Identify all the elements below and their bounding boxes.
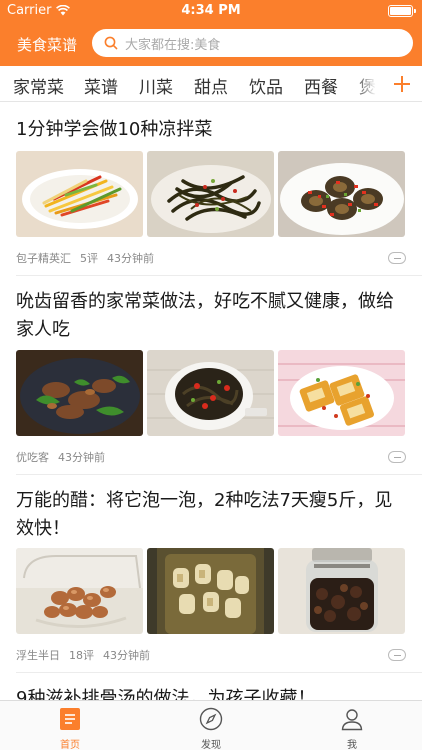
card-divider xyxy=(16,474,422,475)
status-bar: Carrier 4:34 PM xyxy=(0,0,422,22)
article-title[interactable]: 1分钟学会做10种凉拌菜 xyxy=(16,116,408,144)
thumbnail-image[interactable] xyxy=(147,151,274,237)
article-title[interactable]: 万能的醋：将它泡一泡，2种吃法7天瘦5斤，见效快！ xyxy=(16,487,408,543)
tab-me[interactable]: 我 xyxy=(282,701,422,750)
battery-icon xyxy=(388,5,416,17)
author-name[interactable]: 浮生半日 xyxy=(16,647,60,663)
minus-icon xyxy=(393,654,401,656)
home-icon xyxy=(60,708,80,730)
thumbnail-image[interactable] xyxy=(147,548,274,634)
publish-time: 43分钟前 xyxy=(58,451,105,464)
article-thumbnails xyxy=(16,350,405,436)
article-thumbnails xyxy=(16,548,405,634)
tab-discover[interactable]: 发现 xyxy=(141,701,281,750)
battery-fill xyxy=(390,7,411,15)
card-divider xyxy=(16,672,422,673)
article-feed: 1分钟学会做10种凉拌菜 包子精英汇 5评 43分钟前 吮齿留香的家常菜做法，好… xyxy=(0,102,422,700)
thumbnail-image[interactable] xyxy=(16,548,143,634)
author-name[interactable]: 包子精英汇 xyxy=(16,250,71,266)
dislike-button[interactable] xyxy=(388,451,406,463)
plus-icon xyxy=(394,76,410,92)
bottom-tab-bar: 首页 发现 我 xyxy=(0,700,422,750)
thumbnail-image[interactable] xyxy=(278,151,405,237)
category-tab-bar: 家常菜 菜谱 川菜 甜点 饮品 西餐 煲 xyxy=(0,66,422,102)
minus-icon xyxy=(393,257,401,259)
tab-home-label: 首页 xyxy=(60,740,80,750)
dislike-button[interactable] xyxy=(388,649,406,661)
search-input[interactable]: 大家都在搜:美食 xyxy=(92,29,413,57)
thumbnail-image[interactable] xyxy=(16,350,143,436)
tab-discover-label: 发现 xyxy=(201,740,221,750)
compass-icon xyxy=(199,707,223,731)
tab-home[interactable]: 首页 xyxy=(0,701,140,750)
category-tab-row: 家常菜 菜谱 川菜 甜点 饮品 西餐 煲 xyxy=(0,66,380,101)
tab-chuancai[interactable]: 川菜 xyxy=(139,73,173,98)
publish-time: 43分钟前 xyxy=(103,649,150,662)
author-name[interactable]: 优吃客 xyxy=(16,449,49,465)
article-meta: 优吃客 43分钟前 xyxy=(16,449,105,465)
search-placeholder: 大家都在搜:美食 xyxy=(125,37,221,53)
publish-time: 43分钟前 xyxy=(107,252,154,265)
tab-caipu[interactable]: 菜谱 xyxy=(84,73,118,98)
tab-fade xyxy=(354,66,382,101)
comment-count: 5评 xyxy=(80,252,98,265)
thumbnail-image[interactable] xyxy=(278,350,405,436)
card-divider xyxy=(16,275,422,276)
comment-count: 18评 xyxy=(69,649,94,662)
dislike-button[interactable] xyxy=(388,252,406,264)
navigation-header: Carrier 4:34 PM 美食菜谱 大家都在搜:美食 xyxy=(0,0,422,66)
article-meta: 浮生半日 18评 43分钟前 xyxy=(16,647,150,663)
minus-icon xyxy=(393,456,401,458)
thumbnail-image[interactable] xyxy=(16,151,143,237)
tab-yinpin[interactable]: 饮品 xyxy=(249,73,283,98)
article-thumbnails xyxy=(16,151,405,237)
thumbnail-image[interactable] xyxy=(147,350,274,436)
thumbnail-image[interactable] xyxy=(278,548,405,634)
user-icon xyxy=(341,709,363,731)
article-title[interactable]: 9种滋补排骨汤的做法，为孩子收藏！ xyxy=(16,685,408,700)
add-category-button[interactable] xyxy=(382,66,422,101)
tab-me-label: 我 xyxy=(347,740,357,750)
app-title: 美食菜谱 xyxy=(17,36,78,54)
clock: 4:34 PM xyxy=(181,3,241,18)
tab-jiachangcai[interactable]: 家常菜 xyxy=(13,73,64,98)
article-meta: 包子精英汇 5评 43分钟前 xyxy=(16,250,154,266)
search-icon xyxy=(104,36,118,50)
tab-tiandian[interactable]: 甜点 xyxy=(194,73,228,98)
article-title[interactable]: 吮齿留香的家常菜做法，好吃不腻又健康，做给家人吃 xyxy=(16,288,408,344)
tab-xican[interactable]: 西餐 xyxy=(304,73,338,98)
